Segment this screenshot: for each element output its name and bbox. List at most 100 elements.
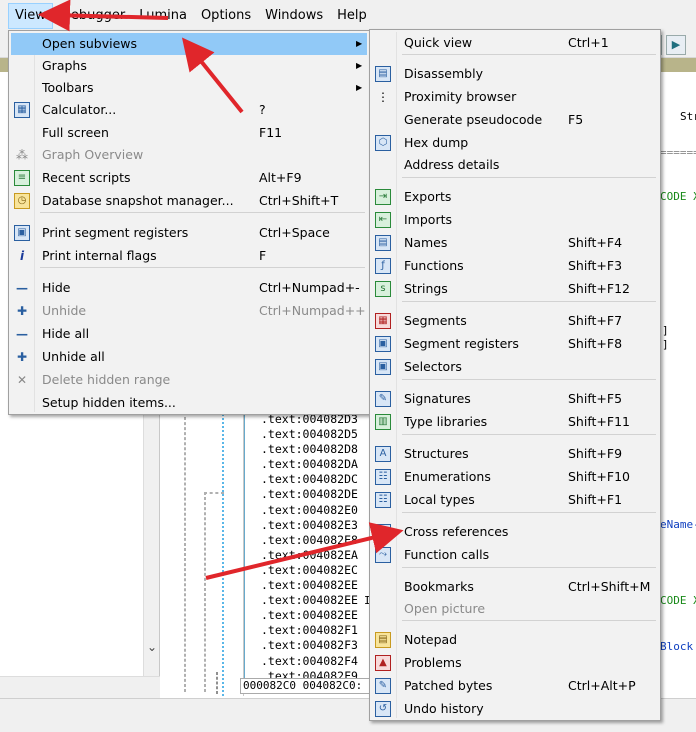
menu-item-label: Hide [42, 280, 71, 295]
plus-icon: ✚ [16, 304, 28, 318]
view-menu-item-print-internal-flags[interactable]: i Print internal flags F [11, 245, 367, 267]
delete-icon: ✕ [16, 373, 28, 387]
view-menu-item-graphs[interactable]: Graphs ▶ [11, 55, 367, 77]
menu-item-label: Open subviews [42, 36, 138, 51]
view-menu-item-setup-hidden-items[interactable]: Setup hidden items... [11, 392, 367, 414]
subview-item-proximity-browser[interactable]: ⋮ Proximity browser [372, 86, 658, 108]
menu-item-shortcut: Shift+F10 [568, 469, 630, 484]
subview-item-undo-history[interactable]: ↺ Undo history [372, 698, 658, 720]
menu-item-label: Unhide all [42, 349, 105, 364]
menu-separator [402, 434, 656, 435]
subview-item-type-libraries[interactable]: ▥ Type libraries Shift+F11 [372, 411, 658, 433]
run-icon[interactable]: ▶ [666, 35, 686, 55]
localtypes-icon: ☷ [375, 492, 391, 508]
subview-item-names[interactable]: ▤ Names Shift+F4 [372, 232, 658, 254]
view-menu-item-full-screen[interactable]: Full screen F11 [11, 122, 367, 144]
menu-separator [40, 212, 365, 213]
menu-item-label: Type libraries [404, 414, 488, 429]
calculator-icon: ▦ [14, 102, 30, 118]
submenu-arrow-icon: ▶ [356, 83, 363, 92]
view-menu-item-database-snapshot-manager[interactable]: ◷ Database snapshot manager... Ctrl+Shift+… [11, 190, 367, 212]
subview-item-functions[interactable]: ƒ Functions Shift+F3 [372, 255, 658, 277]
subview-item-segment-registers[interactable]: ▣ Segment registers Shift+F8 [372, 333, 658, 355]
functions-icon: ƒ [375, 258, 391, 274]
menu-windows[interactable]: Windows [259, 3, 329, 29]
menu-separator [402, 620, 656, 621]
menu-item-shortcut: Shift+F7 [568, 313, 623, 328]
chevron-down-icon[interactable]: ⌄ [144, 640, 160, 654]
view-menu-item-open-subviews[interactable]: Open subviews ▶ [11, 33, 367, 55]
menu-item-shortcut: F [259, 248, 267, 263]
menu-separator [402, 512, 656, 513]
info-icon: i [19, 249, 25, 263]
subview-item-cross-references[interactable]: ⇆ Cross references [372, 521, 658, 543]
menu-help[interactable]: Help [331, 3, 373, 29]
menu-separator [402, 301, 656, 302]
menu-item-shortcut: Shift+F11 [568, 414, 630, 429]
menu-item-label: Full screen [42, 125, 109, 140]
xref-fragment: CODE X [660, 190, 696, 203]
subview-item-signatures[interactable]: ✎ Signatures Shift+F5 [372, 388, 658, 410]
imports-icon: ⇤ [375, 212, 391, 228]
subview-item-disassembly[interactable]: ▤ Disassembly [372, 63, 658, 85]
separator-fragment: ======= [660, 146, 696, 159]
menu-item-label: Hex dump [404, 135, 469, 150]
menu-separator [402, 379, 656, 380]
subview-item-function-calls[interactable]: ⤳ Function calls [372, 544, 658, 566]
menu-view[interactable]: View [8, 3, 53, 29]
calls-icon: ⤳ [375, 547, 391, 563]
subview-item-structures[interactable]: A Structures Shift+F9 [372, 443, 658, 465]
menu-item-label: Problems [404, 655, 462, 670]
menu-item-label: Function calls [404, 547, 490, 562]
menu-item-shortcut: F11 [259, 125, 283, 140]
menu-item-shortcut: Ctrl+Space [259, 225, 330, 240]
subview-item-imports[interactable]: ⇤ Imports [372, 209, 658, 231]
subview-item-segments[interactable]: ▦ Segments Shift+F7 [372, 310, 658, 332]
subview-item-strings[interactable]: s Strings Shift+F12 [372, 278, 658, 300]
segreg-icon: ▣ [375, 359, 391, 375]
submenu-arrow-icon: ▶ [356, 39, 363, 48]
menu-item-label: Graph Overview [42, 147, 144, 162]
segreg-icon: ▣ [375, 336, 391, 352]
view-menu-item-toolbars[interactable]: Toolbars ▶ [11, 77, 367, 99]
menu-item-label: Setup hidden items... [42, 395, 176, 410]
menu-lumina[interactable]: Lumina [133, 3, 193, 29]
view-menu-item-graph-overview: ⁂ Graph Overview [11, 144, 367, 166]
view-menu-item-unhide-all[interactable]: ✚ Unhide all [11, 346, 367, 368]
menu-item-shortcut: Ctrl+Numpad+- [259, 280, 360, 295]
menu-item-label: Graphs [42, 58, 87, 73]
menu-item-label: Unhide [42, 303, 87, 318]
tab-fragment: Str [680, 110, 696, 123]
menu-item-label: Proximity browser [404, 89, 517, 104]
menu-item-shortcut: Ctrl+Numpad++ [259, 303, 366, 318]
bracket-fragment-2: ] [662, 338, 669, 351]
names-icon: ▤ [375, 235, 391, 251]
menu-item-label: Print internal flags [42, 248, 157, 263]
view-menu-item-print-segment-registers[interactable]: ▣ Print segment registers Ctrl+Space [11, 222, 367, 244]
subview-item-bookmarks[interactable]: Bookmarks Ctrl+Shift+M [372, 576, 658, 598]
menu-item-label: Exports [404, 189, 452, 204]
subview-item-address-details[interactable]: Address details [372, 154, 658, 176]
menu-separator [402, 567, 656, 568]
menu-debugger[interactable]: Debugger [55, 3, 131, 29]
subview-item-enumerations[interactable]: ☷ Enumerations Shift+F10 [372, 466, 658, 488]
menu-item-shortcut: Shift+F5 [568, 391, 623, 406]
subview-item-generate-pseudocode[interactable]: Generate pseudocode F5 [372, 109, 658, 131]
subview-item-patched-bytes[interactable]: ✎ Patched bytes Ctrl+Alt+P [372, 675, 658, 697]
subview-item-notepad[interactable]: ▤ Notepad [372, 629, 658, 651]
menu-item-label: Hide all [42, 326, 90, 341]
subview-item-selectors[interactable]: ▣ Selectors [372, 356, 658, 378]
subview-item-exports[interactable]: ⇥ Exports [372, 186, 658, 208]
horizontal-scrollbar[interactable] [0, 676, 160, 692]
subview-item-local-types[interactable]: ☷ Local types Shift+F1 [372, 489, 658, 511]
view-menu-item-hide[interactable]: — Hide Ctrl+Numpad+- [11, 277, 367, 299]
subview-item-problems[interactable]: ▲ Problems [372, 652, 658, 674]
view-menu-item-calculator[interactable]: ▦ Calculator...? [11, 99, 367, 121]
subview-item-quick-view[interactable]: Quick view Ctrl+1 [372, 32, 658, 54]
menu-options[interactable]: Options [195, 3, 257, 29]
subview-item-hex-dump[interactable]: ⬡ Hex dump [372, 132, 658, 154]
problems-icon: ▲ [375, 655, 391, 671]
view-menu-item-hide-all[interactable]: — Hide all [11, 323, 367, 345]
xref-fragment-2: CODE X [660, 594, 696, 607]
view-menu-item-recent-scripts[interactable]: ≡ Recent scripts Alt+F9 [11, 167, 367, 189]
